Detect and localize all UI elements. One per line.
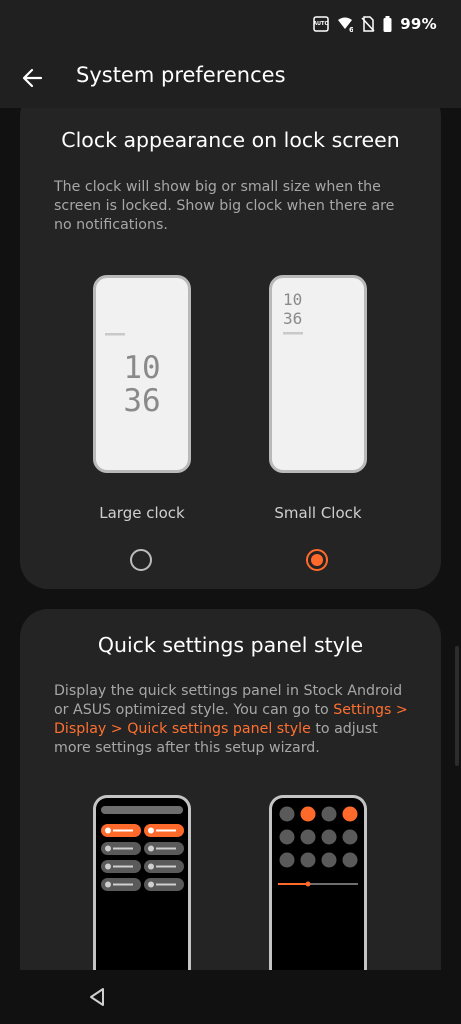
status-icons: AUTO 6 99% [313,15,437,33]
small-clock-preview[interactable]: 10 36 [269,275,367,473]
page-title: System preferences [76,63,286,87]
stock-android-preview[interactable] [93,795,191,970]
asus-optimized-preview[interactable] [269,795,367,970]
no-sim-icon [361,16,375,32]
large-clock-minute: 36 [123,383,160,419]
large-clock-illustration: 10 36 [105,333,161,419]
battery-percentage: 99% [400,15,437,33]
settings-content[interactable]: Clock appearance on lock screen The cloc… [0,108,461,970]
scrollbar[interactable] [455,646,459,766]
stock-android-illustration [101,806,184,891]
large-clock-preview[interactable]: 10 36 [93,275,191,473]
small-clock-minute: 36 [283,309,302,328]
status-bar: AUTO 6 99% [0,0,461,52]
wifi-calling-icon: 6 [337,16,353,32]
battery-icon [383,16,392,32]
asus-optimized-illustration [278,806,358,887]
clock-card-title: Clock appearance on lock screen [61,128,400,152]
clock-card-description: The clock will show big or small size wh… [54,179,395,233]
small-clock-label: Small Clock [274,504,362,522]
app-bar: System preferences [0,52,461,108]
back-button[interactable] [14,60,50,96]
qs-card-title: Quick settings panel style [97,633,364,657]
large-clock-radio[interactable] [130,549,152,571]
navigation-bar [0,970,461,1024]
triangle-back-icon[interactable] [84,984,110,1010]
arrow-left-icon [22,68,43,88]
small-clock-illustration: 10 36 [283,290,303,335]
large-clock-label: Large clock [99,504,185,522]
clock-appearance-card: Clock appearance on lock screen The cloc… [20,108,441,589]
auto-brightness-icon: AUTO [313,16,329,32]
large-clock-hour: 10 [123,350,160,386]
small-clock-hour: 10 [283,290,302,309]
svg-text:AUTO: AUTO [313,21,328,27]
small-clock-radio[interactable] [306,549,328,571]
svg-text:6: 6 [349,26,353,32]
qs-card-description: Display the quick settings panel in Stoc… [54,682,414,758]
quick-settings-style-card: Quick settings panel style Display the q… [20,609,441,970]
